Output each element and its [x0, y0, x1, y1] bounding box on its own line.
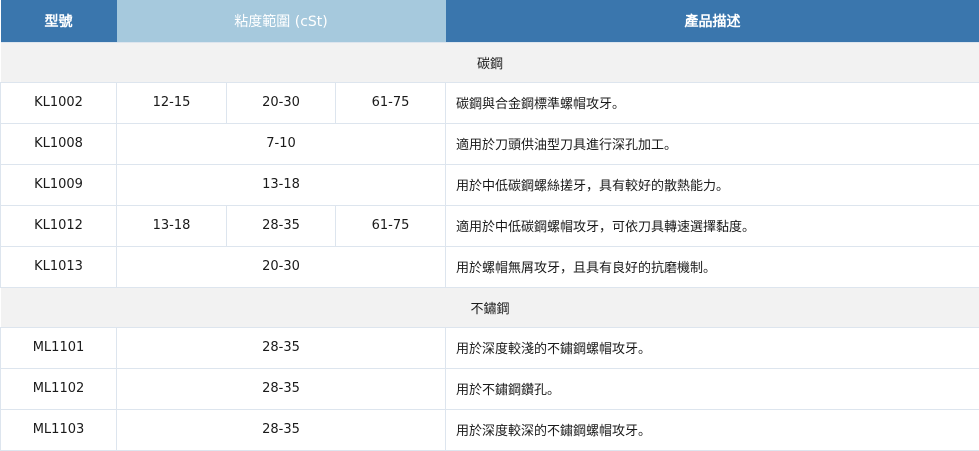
description-cell: 用於深度較淺的不鏽鋼螺帽攻牙。: [445, 326, 979, 369]
header-viscosity: 粘度範圍 (cSt): [116, 0, 446, 42]
viscosity-cell: 7-10: [115, 122, 447, 165]
header-description: 產品描述: [445, 0, 979, 42]
section-title: 不鏽鋼: [0, 286, 979, 328]
model-cell: KL1009: [0, 163, 117, 206]
viscosity-cell: 28-35: [115, 326, 447, 369]
viscosity-cell: 12-15: [116, 81, 227, 124]
viscosity-table: 型號 粘度範圍 (cSt) 產品描述 碳鋼 KL1002 12-15 20-30…: [0, 0, 979, 451]
table-row: ML1102 28-35 用於不鏽鋼鑽孔。: [0, 367, 979, 410]
description-cell: 用於螺帽無屑攻牙，且具有良好的抗磨機制。: [445, 245, 979, 288]
description-cell: 用於中低碳鋼螺絲搓牙，具有較好的散熱能力。: [445, 163, 979, 206]
table-row: KL1002 12-15 20-30 61-75 碳鋼與合金鋼標準螺帽攻牙。: [0, 81, 979, 124]
viscosity-cell: 28-35: [226, 204, 336, 247]
table-row: KL1009 13-18 用於中低碳鋼螺絲搓牙，具有較好的散熱能力。: [0, 163, 979, 206]
description-cell: 適用於刀頭供油型刀具進行深孔加工。: [445, 122, 979, 165]
viscosity-cell: 28-35: [115, 367, 447, 410]
table-row: KL1008 7-10 適用於刀頭供油型刀具進行深孔加工。: [0, 122, 979, 165]
table-header-row: 型號 粘度範圍 (cSt) 產品描述: [0, 0, 979, 42]
description-cell: 適用於中低碳鋼螺帽攻牙，可依刀具轉速選擇黏度。: [445, 204, 979, 247]
viscosity-cell: 61-75: [334, 204, 447, 247]
model-cell: ML1101: [0, 326, 117, 369]
viscosity-cell: 13-18: [116, 204, 227, 247]
viscosity-cell: 28-35: [115, 408, 447, 451]
model-cell: KL1012: [0, 204, 117, 247]
table-row: KL1012 13-18 28-35 61-75 適用於中低碳鋼螺帽攻牙，可依刀…: [0, 204, 979, 247]
viscosity-cell: 13-18: [115, 163, 447, 206]
viscosity-cell: 20-30: [115, 245, 447, 288]
model-cell: KL1008: [0, 122, 117, 165]
model-cell: ML1103: [0, 408, 117, 451]
description-cell: 用於深度較深的不鏽鋼螺帽攻牙。: [445, 408, 979, 451]
header-model: 型號: [0, 0, 117, 42]
viscosity-cell: 20-30: [226, 81, 336, 124]
model-cell: KL1013: [0, 245, 117, 288]
table-row: ML1103 28-35 用於深度較深的不鏽鋼螺帽攻牙。: [0, 408, 979, 451]
model-cell: ML1102: [0, 367, 117, 410]
section-title: 碳鋼: [0, 41, 979, 83]
table-row: KL1013 20-30 用於螺帽無屑攻牙，且具有良好的抗磨機制。: [0, 245, 979, 288]
description-cell: 碳鋼與合金鋼標準螺帽攻牙。: [445, 81, 979, 124]
description-cell: 用於不鏽鋼鑽孔。: [445, 367, 979, 410]
model-cell: KL1002: [0, 81, 117, 124]
table-row: ML1101 28-35 用於深度較淺的不鏽鋼螺帽攻牙。: [0, 326, 979, 369]
viscosity-cell: 61-75: [334, 81, 447, 124]
section-row: 碳鋼: [0, 41, 979, 83]
section-row: 不鏽鋼: [0, 286, 979, 328]
